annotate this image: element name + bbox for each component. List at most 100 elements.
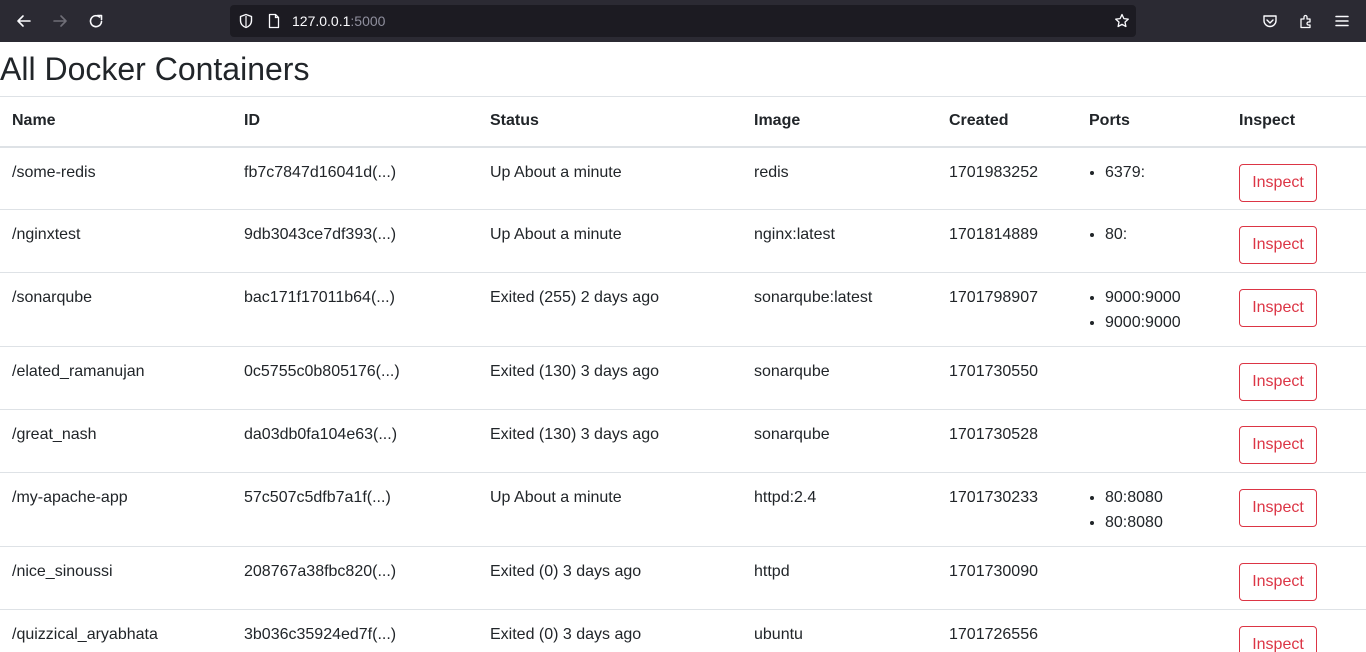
table-row: /my-apache-app 57c507c5dfb7a1f(...) Up Abo… — [0, 472, 1366, 547]
browser-toolbar: 127.0.0.1:5000 — [0, 0, 1366, 42]
cell-created: 1701730528 — [937, 409, 1077, 473]
cell-status: Exited (130) 3 days ago — [478, 409, 742, 473]
url-bar[interactable]: 127.0.0.1:5000 — [230, 5, 1136, 37]
inspect-button[interactable]: Inspect — [1239, 489, 1317, 527]
reload-button[interactable] — [84, 9, 108, 33]
table-row: /some-redis fb7c7847d16041d(...) Up About … — [0, 146, 1366, 210]
inspect-button[interactable]: Inspect — [1239, 626, 1317, 652]
cell-inspect: Inspect — [1227, 409, 1366, 473]
port-item: 6379: — [1105, 160, 1215, 185]
cell-created: 1701983252 — [937, 146, 1077, 210]
back-button[interactable] — [12, 9, 36, 33]
cell-ports: 80: — [1077, 209, 1227, 273]
cell-status: Up About a minute — [478, 146, 742, 210]
ports-list: 9000:90009000:9000 — [1089, 285, 1215, 335]
cell-created: 1701798907 — [937, 272, 1077, 347]
table-body: /some-redis fb7c7847d16041d(...) Up About … — [0, 146, 1366, 652]
cell-image: sonarqube:latest — [742, 272, 937, 347]
header-name: Name — [0, 96, 232, 148]
cell-id: da03db0fa104e63(...) — [232, 409, 478, 473]
cell-image: sonarqube — [742, 346, 937, 410]
cell-name: /great_nash — [0, 409, 232, 473]
cell-id: 57c507c5dfb7a1f(...) — [232, 472, 478, 547]
port-item: 80:8080 — [1105, 510, 1215, 535]
cell-status: Exited (0) 3 days ago — [478, 609, 742, 652]
star-icon[interactable] — [1114, 13, 1130, 29]
table-header-row: Name ID Status Image Created Ports Inspe… — [0, 96, 1366, 148]
url-port: :5000 — [350, 13, 386, 29]
cell-id: 3b036c35924ed7f(...) — [232, 609, 478, 652]
cell-created: 1701730233 — [937, 472, 1077, 547]
inspect-button[interactable]: Inspect — [1239, 563, 1317, 601]
header-id: ID — [232, 96, 478, 148]
cell-id: 9db3043ce7df393(...) — [232, 209, 478, 273]
pocket-icon[interactable] — [1262, 13, 1278, 29]
cell-inspect: Inspect — [1227, 472, 1366, 547]
cell-name: /nginxtest — [0, 209, 232, 273]
cell-created: 1701814889 — [937, 209, 1077, 273]
cell-id: bac171f17011b64(...) — [232, 272, 478, 347]
cell-created: 1701726556 — [937, 609, 1077, 652]
cell-inspect: Inspect — [1227, 346, 1366, 410]
reload-icon — [89, 14, 103, 28]
arrow-left-icon — [17, 15, 31, 27]
header-inspect: Inspect — [1227, 96, 1366, 148]
cell-id: fb7c7847d16041d(...) — [232, 146, 478, 210]
cell-ports: 6379: — [1077, 146, 1227, 210]
header-ports: Ports — [1077, 96, 1227, 148]
cell-status: Exited (0) 3 days ago — [478, 546, 742, 610]
inspect-button[interactable]: Inspect — [1239, 226, 1317, 264]
url-text: 127.0.0.1:5000 — [292, 13, 385, 29]
shield-icon[interactable] — [238, 13, 254, 29]
cell-id: 0c5755c0b805176(...) — [232, 346, 478, 410]
inspect-button[interactable]: Inspect — [1239, 363, 1317, 401]
url-host: 127.0.0.1 — [292, 13, 351, 29]
cell-image: redis — [742, 146, 937, 210]
hamburger-menu-icon[interactable] — [1334, 13, 1350, 29]
port-item: 9000:9000 — [1105, 285, 1215, 310]
inspect-button[interactable]: Inspect — [1239, 289, 1317, 327]
table-row: /nice_sinoussi 208767a38fbc820(...) Exited… — [0, 546, 1366, 610]
table-row: /nginxtest 9db3043ce7df393(...) Up About a… — [0, 209, 1366, 273]
cell-status: Up About a minute — [478, 472, 742, 547]
table-row: /quizzical_aryabhata 3b036c35924ed7f(...)… — [0, 609, 1366, 652]
cell-name: /nice_sinoussi — [0, 546, 232, 610]
cell-ports — [1077, 409, 1227, 473]
ports-list: 80:808080:8080 — [1089, 485, 1215, 535]
extensions-icon[interactable] — [1298, 13, 1314, 29]
cell-created: 1701730550 — [937, 346, 1077, 410]
forward-button[interactable] — [48, 9, 72, 33]
table-row: /elated_ramanujan 0c5755c0b805176(...) Exi… — [0, 346, 1366, 410]
cell-ports — [1077, 346, 1227, 410]
table-row: /sonarqube bac171f17011b64(...) Exited (25… — [0, 272, 1366, 347]
port-item: 80:8080 — [1105, 485, 1215, 510]
cell-inspect: Inspect — [1227, 546, 1366, 610]
cell-name: /my-apache-app — [0, 472, 232, 547]
port-item: 9000:9000 — [1105, 310, 1215, 335]
cell-image: httpd:2.4 — [742, 472, 937, 547]
cell-image: sonarqube — [742, 409, 937, 473]
cell-inspect: Inspect — [1227, 272, 1366, 347]
page-icon[interactable] — [266, 13, 282, 29]
cell-name: /quizzical_aryabhata — [0, 609, 232, 652]
header-image: Image — [742, 96, 937, 148]
cell-inspect: Inspect — [1227, 146, 1366, 210]
header-status: Status — [478, 96, 742, 148]
cell-image: nginx:latest — [742, 209, 937, 273]
cell-id: 208767a38fbc820(...) — [232, 546, 478, 610]
cell-ports: 80:808080:8080 — [1077, 472, 1227, 547]
arrow-right-icon — [53, 15, 67, 27]
inspect-button[interactable]: Inspect — [1239, 163, 1317, 202]
inspect-button[interactable]: Inspect — [1239, 426, 1317, 464]
cell-ports — [1077, 546, 1227, 610]
cell-status: Up About a minute — [478, 209, 742, 273]
cell-ports: 9000:90009000:9000 — [1077, 272, 1227, 347]
ports-list: 6379: — [1089, 160, 1215, 185]
port-item: 80: — [1105, 222, 1215, 247]
page-title: All Docker Containers — [0, 51, 310, 87]
containers-table: Name ID Status Image Created Ports Inspe… — [0, 96, 1366, 652]
cell-ports — [1077, 609, 1227, 652]
table-row: /great_nash da03db0fa104e63(...) Exited (1… — [0, 409, 1366, 473]
cell-name: /elated_ramanujan — [0, 346, 232, 410]
header-created: Created — [937, 96, 1077, 148]
